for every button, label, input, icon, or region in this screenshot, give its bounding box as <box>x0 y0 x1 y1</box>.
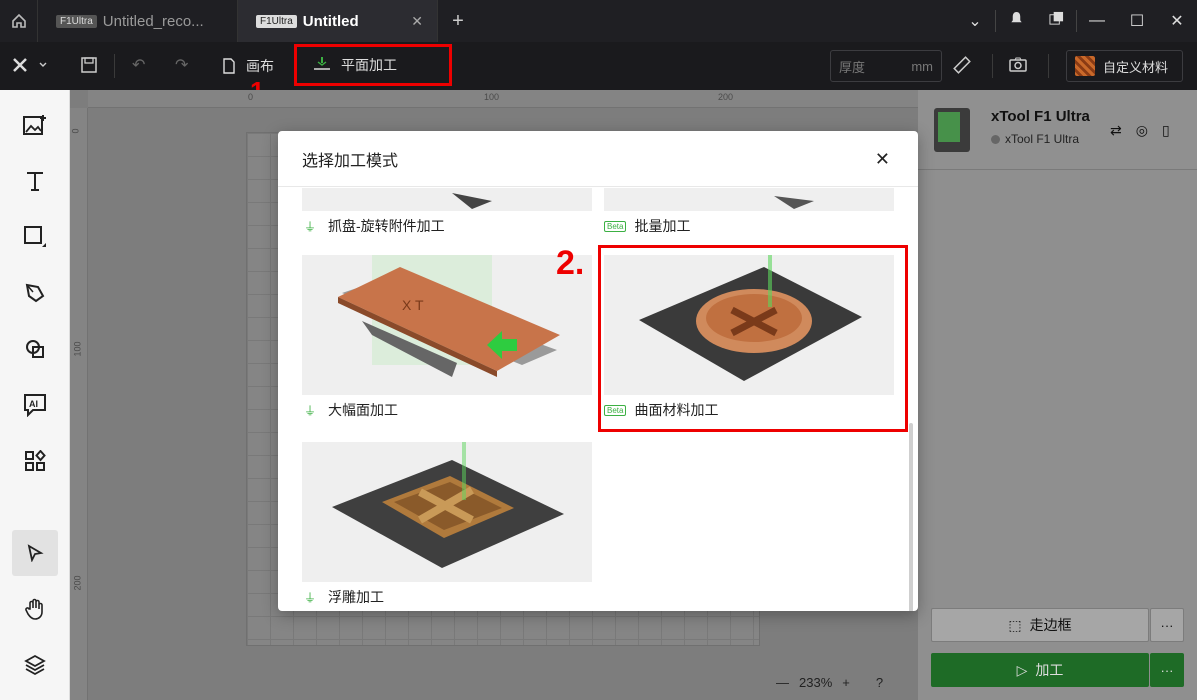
dialog-scrollbar[interactable] <box>909 423 913 611</box>
mode-image <box>302 442 592 582</box>
mode-image <box>604 188 894 211</box>
dialog-header: 选择加工模式 <box>278 131 918 187</box>
tab-title: Untitled <box>302 12 359 30</box>
help-icon[interactable]: ? <box>876 675 883 690</box>
bell-icon[interactable] <box>996 11 1036 31</box>
device-status-text: xTool F1 Ultra <box>1005 132 1080 146</box>
process-more-button[interactable]: ··· <box>1150 653 1184 687</box>
flat-mode-icon <box>313 56 331 75</box>
select-cursor-icon[interactable] <box>12 530 58 576</box>
svg-text:X T: X T <box>402 297 424 313</box>
device-header: xTool F1 Ultra xTool F1 Ultra ⇄ ◎ ▯ <box>918 90 1197 170</box>
beta-badge: Beta <box>604 220 627 232</box>
text-icon[interactable] <box>12 158 58 204</box>
tab-untitled[interactable]: F1Ultra Untitled ✕ <box>238 0 438 42</box>
windows-icon[interactable] <box>1036 11 1076 31</box>
switch-device-icon[interactable]: ⇄ <box>1110 122 1122 139</box>
mode-card-relief[interactable]: ⏚ 浮雕加工 <box>302 442 592 611</box>
device-status: xTool F1 Ultra <box>991 132 1079 146</box>
close-icon[interactable]: ✕ <box>875 149 890 170</box>
laser-mode-icon: ⏚ <box>303 219 316 234</box>
xtool-menu-icon[interactable] <box>12 56 48 74</box>
framing-more-button[interactable]: ··· <box>1150 608 1184 642</box>
step-2-annotation: 2. <box>556 244 585 282</box>
mode-label: 平面加工 <box>341 57 397 73</box>
toolbar: ↶ ↷ 画布 平面加工 1. 厚度 mm 自定义材料 <box>0 42 1197 106</box>
laser-mode-icon: ⏚ <box>303 590 316 605</box>
process-label: 加工 <box>1035 662 1064 678</box>
mode-card-batch[interactable]: Beta 批量加工 <box>604 188 894 241</box>
play-icon: ▷ <box>1016 661 1028 678</box>
mode-label: 大幅面加工 <box>328 402 398 418</box>
save-icon[interactable] <box>80 56 98 74</box>
zoom-in-icon[interactable]: + <box>842 675 850 690</box>
mode-label: 浮雕加工 <box>328 589 384 605</box>
process-button[interactable]: ▷ 加工 <box>931 653 1149 687</box>
tab-title: Untitled_reco... <box>102 12 204 30</box>
device-panel: xTool F1 Ultra xTool F1 Ultra ⇄ ◎ ▯ ⬚ 走边… <box>918 90 1197 700</box>
laser-mode-icon: ⏚ <box>303 403 316 418</box>
left-toolbar: AI <box>0 90 70 700</box>
title-bar: F1Ultra Untitled_reco... F1Ultra Untitle… <box>0 0 1197 42</box>
chevron-down-icon[interactable]: ⌄ <box>955 11 995 31</box>
shape-icon[interactable] <box>12 214 58 260</box>
device-settings-icon[interactable]: ◎ <box>1136 122 1148 139</box>
ruler-icon[interactable] <box>952 55 972 75</box>
zoom-controls: — 233% + ? <box>776 675 883 690</box>
minimize-icon[interactable]: — <box>1077 12 1117 30</box>
device-badge: F1Ultra <box>256 14 297 28</box>
svg-text:AI: AI <box>29 399 38 409</box>
apps-icon[interactable] <box>12 438 58 484</box>
device-name: xTool F1 Ultra <box>991 108 1090 125</box>
frame-icon: ⬚ <box>1008 616 1022 633</box>
status-dot <box>991 134 1000 144</box>
thickness-input[interactable]: 厚度 mm <box>830 50 942 82</box>
framing-button[interactable]: ⬚ 走边框 <box>931 608 1149 642</box>
mode-label: 抓盘-旋转附件加工 <box>328 218 445 234</box>
camera-icon[interactable] <box>1009 56 1027 72</box>
canvas-label: 画布 <box>246 58 274 74</box>
new-tab-button[interactable]: + <box>438 0 478 42</box>
mode-card-large-format[interactable]: X T ⏚ 大幅面加工 <box>302 255 592 425</box>
mode-image: X T <box>302 255 592 395</box>
device-thumbnail <box>934 108 970 152</box>
tab-untitled-record[interactable]: F1Ultra Untitled_reco... <box>38 0 238 42</box>
home-icon[interactable] <box>0 0 38 42</box>
highlight-box <box>598 245 908 432</box>
redo-icon[interactable]: ↷ <box>175 55 188 75</box>
material-swatch-icon <box>1075 56 1095 76</box>
frame-label: 走边框 <box>1029 617 1072 633</box>
close-window-icon[interactable]: ✕ <box>1157 11 1197 31</box>
processing-mode-button[interactable]: 平面加工 <box>294 44 452 86</box>
document-icon[interactable]: ▯ <box>1162 122 1170 139</box>
close-tab-icon[interactable]: ✕ <box>411 13 423 30</box>
layers-icon[interactable] <box>12 642 58 688</box>
zoom-level: 233% <box>799 675 833 690</box>
mode-card-rotary-chuck[interactable]: ⏚ 抓盘-旋转附件加工 <box>302 188 592 241</box>
maximize-icon[interactable]: ☐ <box>1117 11 1157 31</box>
zoom-out-icon[interactable]: — <box>776 675 789 690</box>
combine-shapes-icon[interactable] <box>12 326 58 372</box>
custom-material-button[interactable]: 自定义材料 <box>1066 50 1183 82</box>
undo-icon[interactable]: ↶ <box>132 55 145 75</box>
dialog-title: 选择加工模式 <box>302 152 399 170</box>
hand-icon[interactable] <box>12 586 58 632</box>
material-label: 自定义材料 <box>1103 59 1169 75</box>
thickness-placeholder: 厚度 <box>839 59 866 75</box>
mode-label: 批量加工 <box>634 218 691 234</box>
thickness-unit: mm <box>911 58 933 74</box>
device-badge: F1Ultra <box>56 14 97 28</box>
ai-icon[interactable]: AI <box>12 382 58 428</box>
mode-image <box>302 188 592 211</box>
image-icon[interactable] <box>12 102 58 148</box>
pen-icon[interactable] <box>12 270 58 316</box>
